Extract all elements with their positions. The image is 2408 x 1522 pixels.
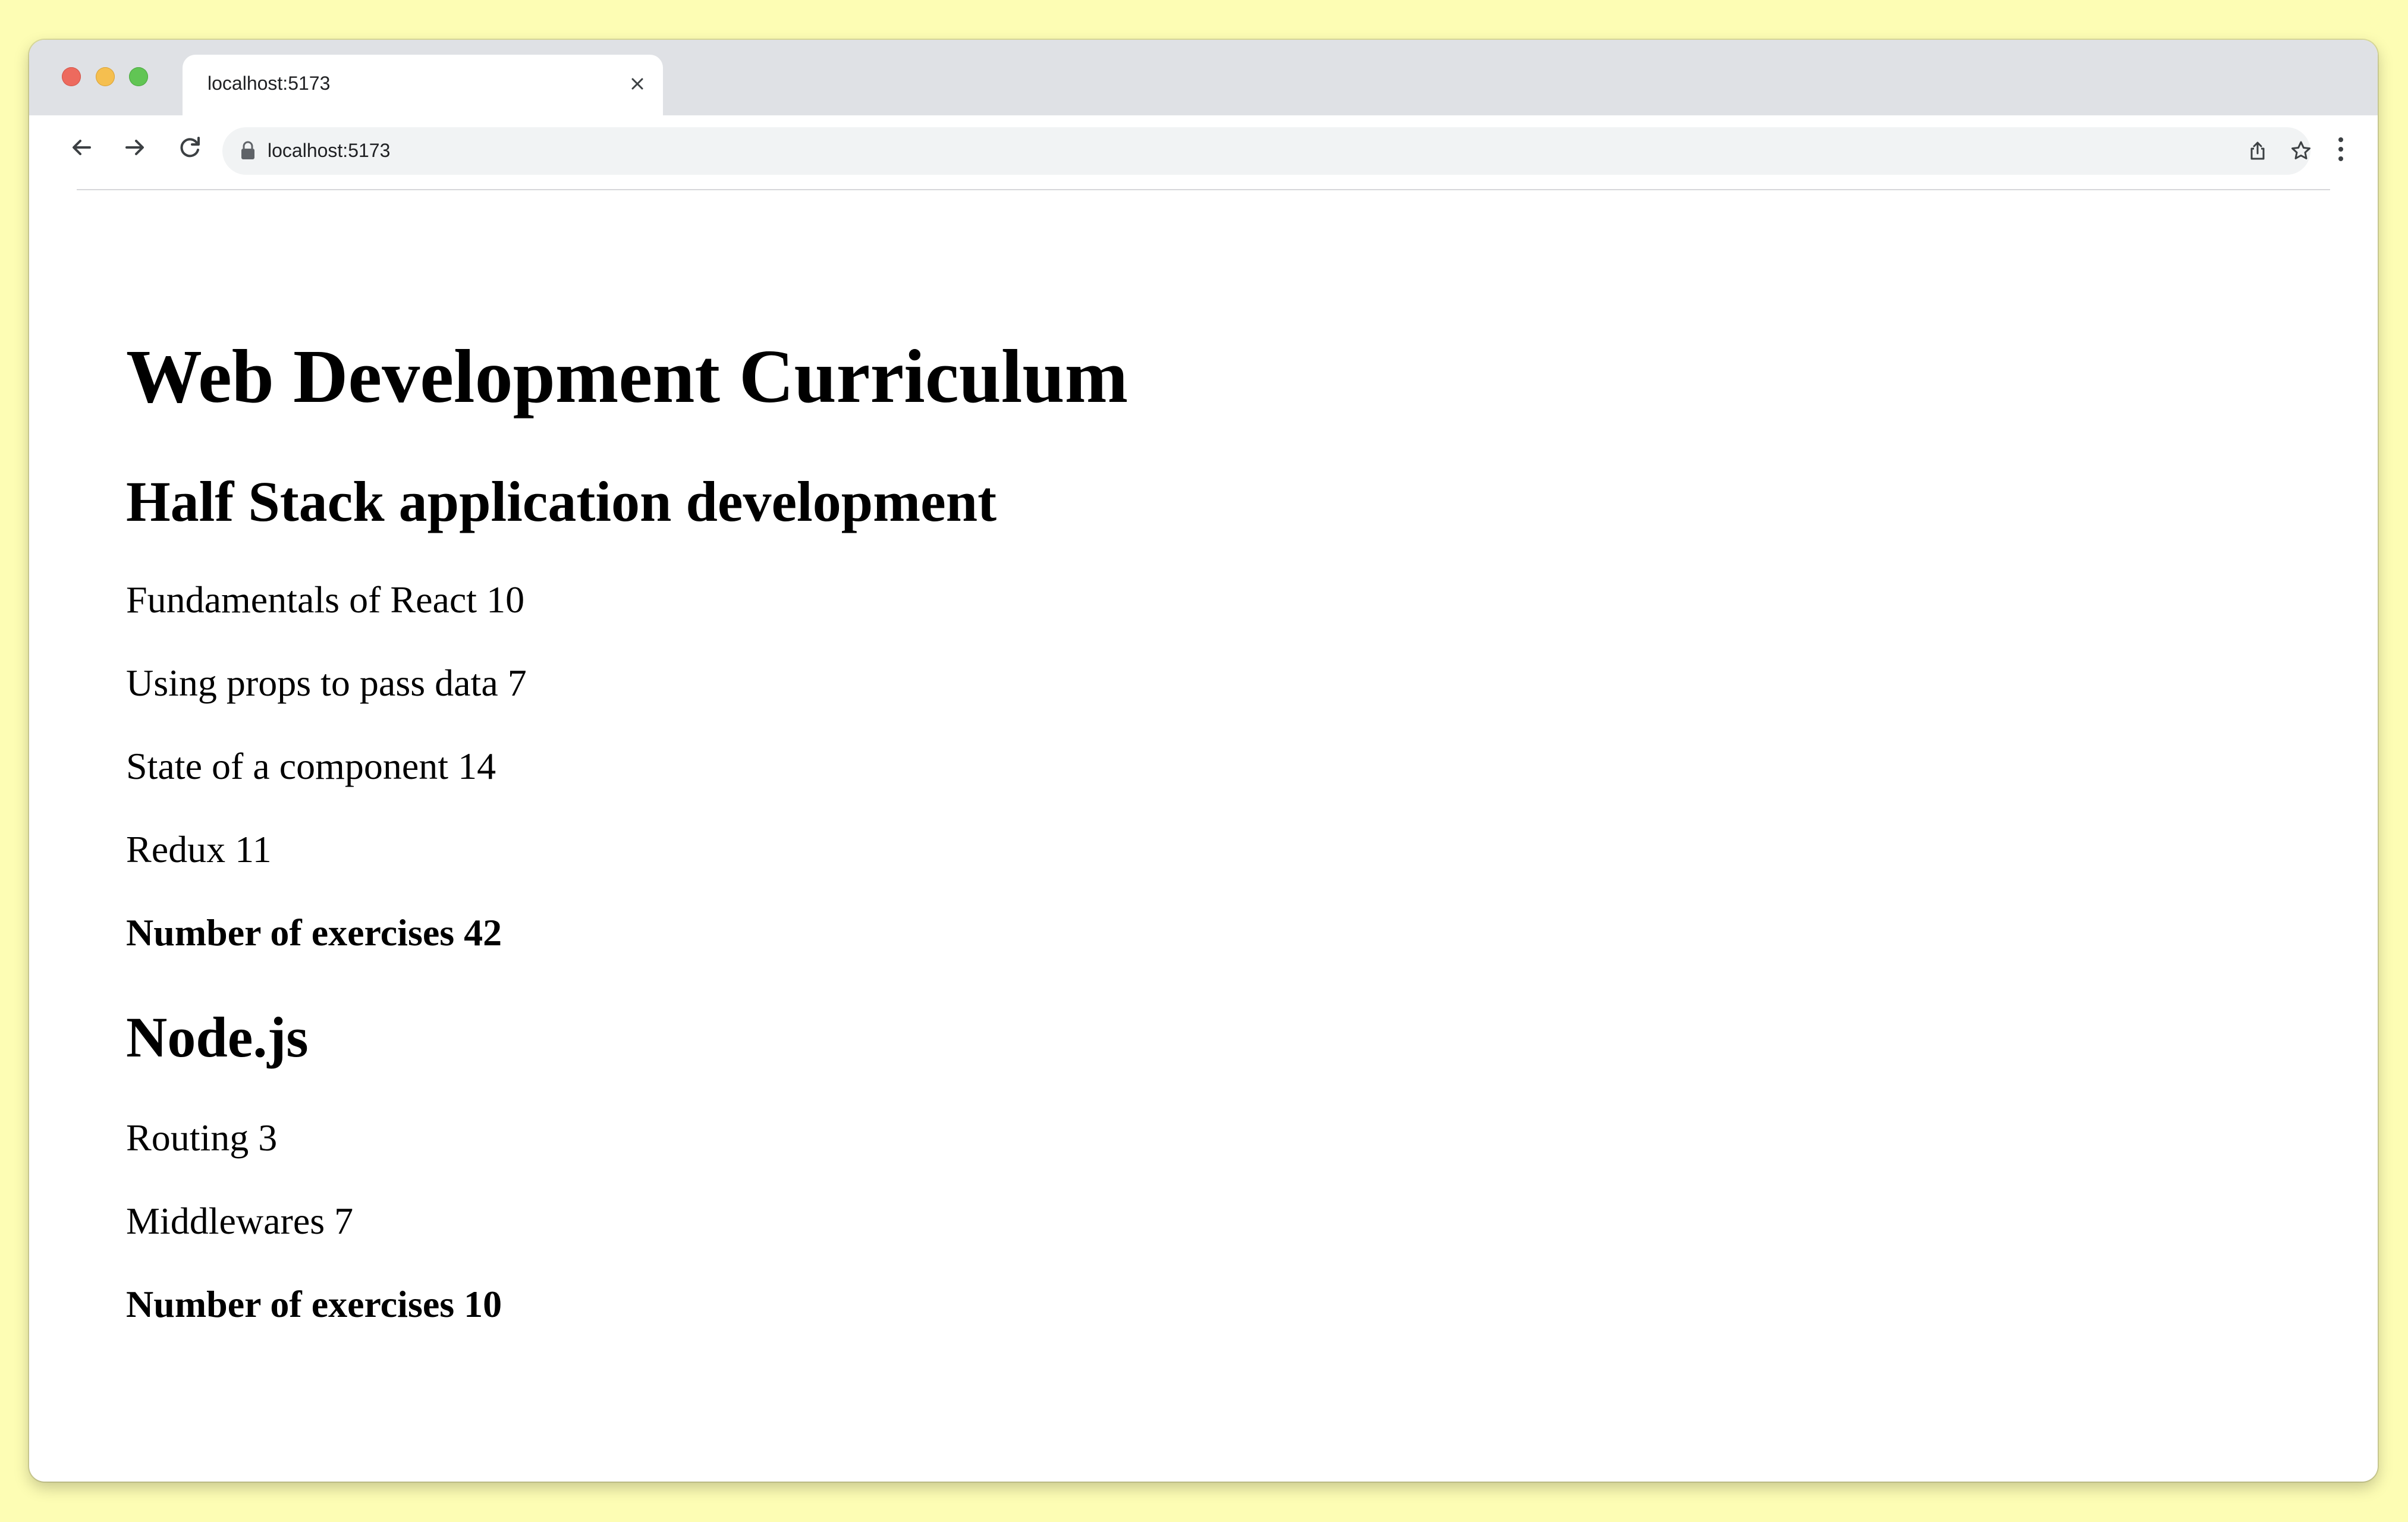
back-arrow-icon[interactable] xyxy=(66,132,97,163)
close-window-button[interactable] xyxy=(62,67,81,86)
course-part: Redux 11 xyxy=(126,828,272,870)
page-content: Web Development Curriculum Half Stack ap… xyxy=(126,190,2378,1482)
reload-icon[interactable] xyxy=(175,132,206,163)
course-part: Middlewares 7 xyxy=(126,1200,354,1242)
kebab-menu-icon[interactable] xyxy=(2329,134,2353,164)
course-part: Fundamentals of React 10 xyxy=(126,578,525,621)
star-icon[interactable] xyxy=(2289,139,2313,163)
zoom-window-button[interactable] xyxy=(129,67,148,86)
url-text[interactable]: localhost:5173 xyxy=(268,140,390,162)
course-part: Using props to pass data 7 xyxy=(126,662,527,704)
page-title: Web Development Curriculum xyxy=(126,334,1128,419)
share-icon[interactable] xyxy=(2246,139,2269,163)
course-title: Half Stack application development xyxy=(126,470,997,533)
browser-window: localhost:5173 localhost:5173 Web Develo… xyxy=(29,40,2378,1482)
address-bar[interactable]: localhost:5173 xyxy=(222,127,2310,175)
tab-strip: localhost:5173 xyxy=(29,40,2378,115)
minimize-window-button[interactable] xyxy=(96,67,115,86)
forward-arrow-icon[interactable] xyxy=(120,132,150,163)
exercise-total: Number of exercises 10 xyxy=(126,1283,502,1325)
course-part: State of a component 14 xyxy=(126,745,496,787)
lock-icon[interactable] xyxy=(239,140,257,161)
exercise-total: Number of exercises 42 xyxy=(126,911,502,954)
course-title: Node.js xyxy=(126,1005,309,1069)
close-icon[interactable] xyxy=(627,74,647,94)
browser-tab[interactable]: localhost:5173 xyxy=(183,55,663,115)
course-part: Routing 3 xyxy=(126,1117,278,1159)
browser-toolbar: localhost:5173 xyxy=(29,115,2378,190)
tab-title: localhost:5173 xyxy=(208,73,331,94)
